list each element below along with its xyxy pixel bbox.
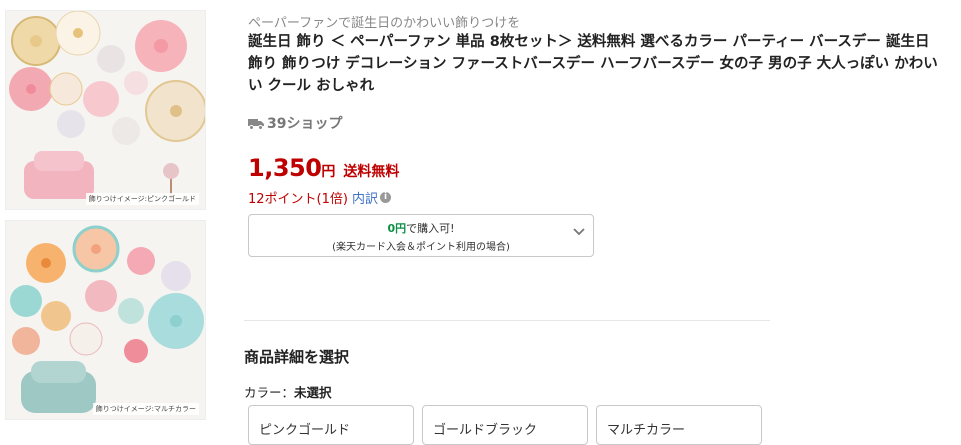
thumbnail-list: 飾りつけイメージ:ピンクゴールド 飾りつけイメージ:マルチカラー: [5, 10, 206, 430]
chevron-down-icon: [573, 228, 585, 236]
points-breakdown-link[interactable]: 内訳: [352, 188, 378, 207]
thumbnail-caption: 飾りつけイメージ:ピンクゴールド: [85, 193, 199, 205]
section-title: 商品詳細を選択: [244, 348, 350, 366]
points-row: 12ポイント(1倍) 内訳 i: [248, 188, 391, 207]
shop-link[interactable]: 39ショップ: [248, 113, 342, 133]
product-title: 誕生日 飾り ＜ ペーパーファン 単品 8枚セット＞ 送料無料 選べるカラー パ…: [248, 34, 938, 94]
color-option-pink-gold[interactable]: ピンクゴールド: [248, 405, 414, 445]
card-offer-amount: 0円: [387, 222, 407, 235]
info-icon[interactable]: i: [379, 192, 391, 203]
product-thumbnail-pink-gold[interactable]: 飾りつけイメージ:ピンクゴールド: [5, 10, 206, 210]
card-offer-suffix: で購入可!: [406, 222, 455, 235]
color-selection-label: カラー：未選択: [244, 382, 332, 401]
shipping-label: 送料無料: [343, 164, 400, 180]
divider: [244, 320, 770, 321]
price-value: 1,350: [248, 154, 322, 182]
color-option-multi-color[interactable]: マルチカラー: [596, 405, 762, 445]
price-unit: 円: [321, 164, 336, 180]
color-options: ピンクゴールド ゴールドブラック マルチカラー: [248, 405, 762, 445]
color-selection-value: 未選択: [294, 385, 332, 400]
shop-name: 39ショップ: [267, 116, 343, 132]
product-thumbnail-multi-color[interactable]: 飾りつけイメージ:マルチカラー: [5, 220, 206, 420]
card-offer-note: (楽天カード入会＆ポイント利用の場合): [332, 242, 510, 253]
thumbnail-caption: 飾りつけイメージ:マルチカラー: [92, 403, 199, 415]
points-value: 12ポイント(1倍): [248, 192, 348, 207]
color-label-text: カラー：: [244, 385, 295, 400]
product-subtitle: ペーパーファンで誕生日のかわいい飾りつけを: [248, 16, 521, 31]
truck-icon: [248, 118, 264, 130]
price-row: 1,350 円 送料無料: [248, 154, 399, 182]
paper-fan-pink-gold-image: [6, 11, 205, 209]
color-option-gold-black[interactable]: ゴールドブラック: [422, 405, 588, 445]
paper-fan-multi-color-image: [6, 221, 205, 419]
card-offer-headline: 0円で購入可!: [249, 220, 593, 236]
card-offer-dropdown[interactable]: 0円で購入可! (楽天カード入会＆ポイント利用の場合): [248, 214, 594, 257]
